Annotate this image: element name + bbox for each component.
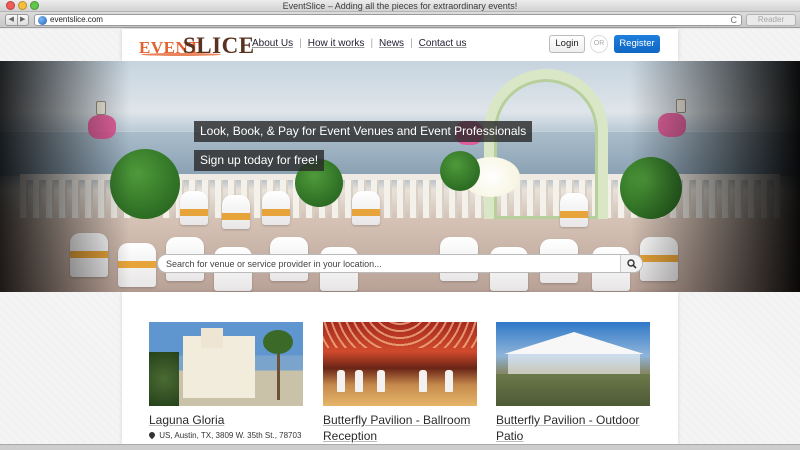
hero-vignette-right	[630, 61, 800, 292]
history-buttons: ◀ ▶	[5, 14, 29, 26]
photo-person	[377, 370, 385, 392]
back-button[interactable]: ◀	[6, 15, 18, 25]
globe-icon	[38, 16, 47, 25]
listing-photo-laguna-gloria[interactable]	[149, 322, 303, 406]
chair	[222, 195, 250, 229]
listing-card[interactable]: Butterfly Pavilion - Outdoor Patio	[496, 322, 650, 444]
photo-person	[419, 370, 427, 392]
main-nav: About Us | How it works | News | Contact…	[252, 38, 466, 49]
nav-contact-us[interactable]: Contact us	[419, 38, 467, 49]
photo-person	[355, 370, 363, 392]
listing-address: US, Austin, TX, 3809 W. 35th St., 78703	[159, 431, 302, 440]
login-button[interactable]: Login	[549, 35, 585, 53]
listing-card[interactable]: Laguna Gloria US, Austin, TX, 3809 W. 35…	[147, 322, 303, 440]
hero-tagline: Look, Book, & Pay for Event Venues and E…	[194, 121, 533, 142]
photo-person	[445, 370, 453, 392]
listing-title[interactable]: Butterfly Pavilion - Outdoor Patio	[496, 412, 650, 444]
photo-tree	[149, 352, 179, 406]
browser-toolbar: ◀ ▶ eventslice.com C Reader	[0, 12, 800, 28]
flower-arch	[484, 69, 608, 219]
nav-news[interactable]: News	[379, 38, 404, 49]
logo-swoosh	[141, 53, 221, 56]
nav-separator: |	[410, 38, 413, 49]
chair	[352, 191, 380, 225]
window-titlebar: EventSlice – Adding all the pieces for e…	[0, 0, 800, 12]
photo-palm-trunk	[277, 350, 280, 400]
chair	[560, 193, 588, 227]
chair	[262, 191, 290, 225]
forward-button[interactable]: ▶	[18, 15, 29, 25]
listing-card[interactable]: Butterfly Pavilion - Ballroom Reception	[323, 322, 477, 444]
browser-bottom-edge	[0, 444, 800, 450]
window-title: EventSlice – Adding all the pieces for e…	[282, 1, 518, 11]
photo-tower	[201, 328, 223, 348]
or-divider: OR	[590, 35, 608, 53]
search-button[interactable]	[620, 255, 642, 272]
chair	[180, 191, 208, 225]
topiary-shrub	[440, 151, 480, 191]
nav-how-it-works[interactable]: How it works	[308, 38, 365, 49]
photo-tent-body	[508, 354, 640, 374]
reload-icon[interactable]: C	[731, 14, 738, 26]
listing-title[interactable]: Butterfly Pavilion - Ballroom Reception	[323, 412, 477, 444]
listing-location: US, Austin, TX, 3809 W. 35th St., 78703	[147, 430, 303, 440]
nav-separator: |	[370, 38, 374, 49]
listing-photo-ballroom[interactable]	[323, 322, 477, 406]
nav-separator: |	[299, 38, 302, 49]
reader-button[interactable]: Reader	[746, 14, 796, 26]
listing-title[interactable]: Laguna Gloria	[149, 412, 303, 428]
hero-vignette-left	[0, 61, 130, 292]
venue-search-bar	[157, 254, 643, 273]
photo-palm	[263, 330, 293, 354]
page: EVENT SLICE About Us | How it works | Ne…	[0, 29, 800, 444]
photo-tent-roof	[504, 332, 644, 354]
map-pin-icon	[147, 430, 157, 440]
signup-tagline[interactable]: Sign up today for free!	[194, 150, 325, 171]
nav-about-us[interactable]: About Us	[252, 38, 293, 49]
listing-photo-outdoor-patio[interactable]	[496, 322, 650, 406]
venue-search-input[interactable]	[166, 255, 616, 272]
hero-banner: Look, Book, & Pay for Event Venues and E…	[0, 61, 800, 292]
photo-ground	[496, 374, 650, 406]
register-button[interactable]: Register	[614, 35, 660, 53]
address-bar[interactable]: eventslice.com C	[34, 14, 742, 26]
photo-person	[337, 370, 345, 392]
site-header: EVENT SLICE About Us | How it works | Ne…	[122, 29, 678, 61]
photo-lights	[323, 322, 477, 348]
search-icon	[627, 259, 637, 269]
listings-section: Laguna Gloria US, Austin, TX, 3809 W. 35…	[122, 292, 678, 444]
url-text[interactable]: eventslice.com	[50, 15, 103, 25]
